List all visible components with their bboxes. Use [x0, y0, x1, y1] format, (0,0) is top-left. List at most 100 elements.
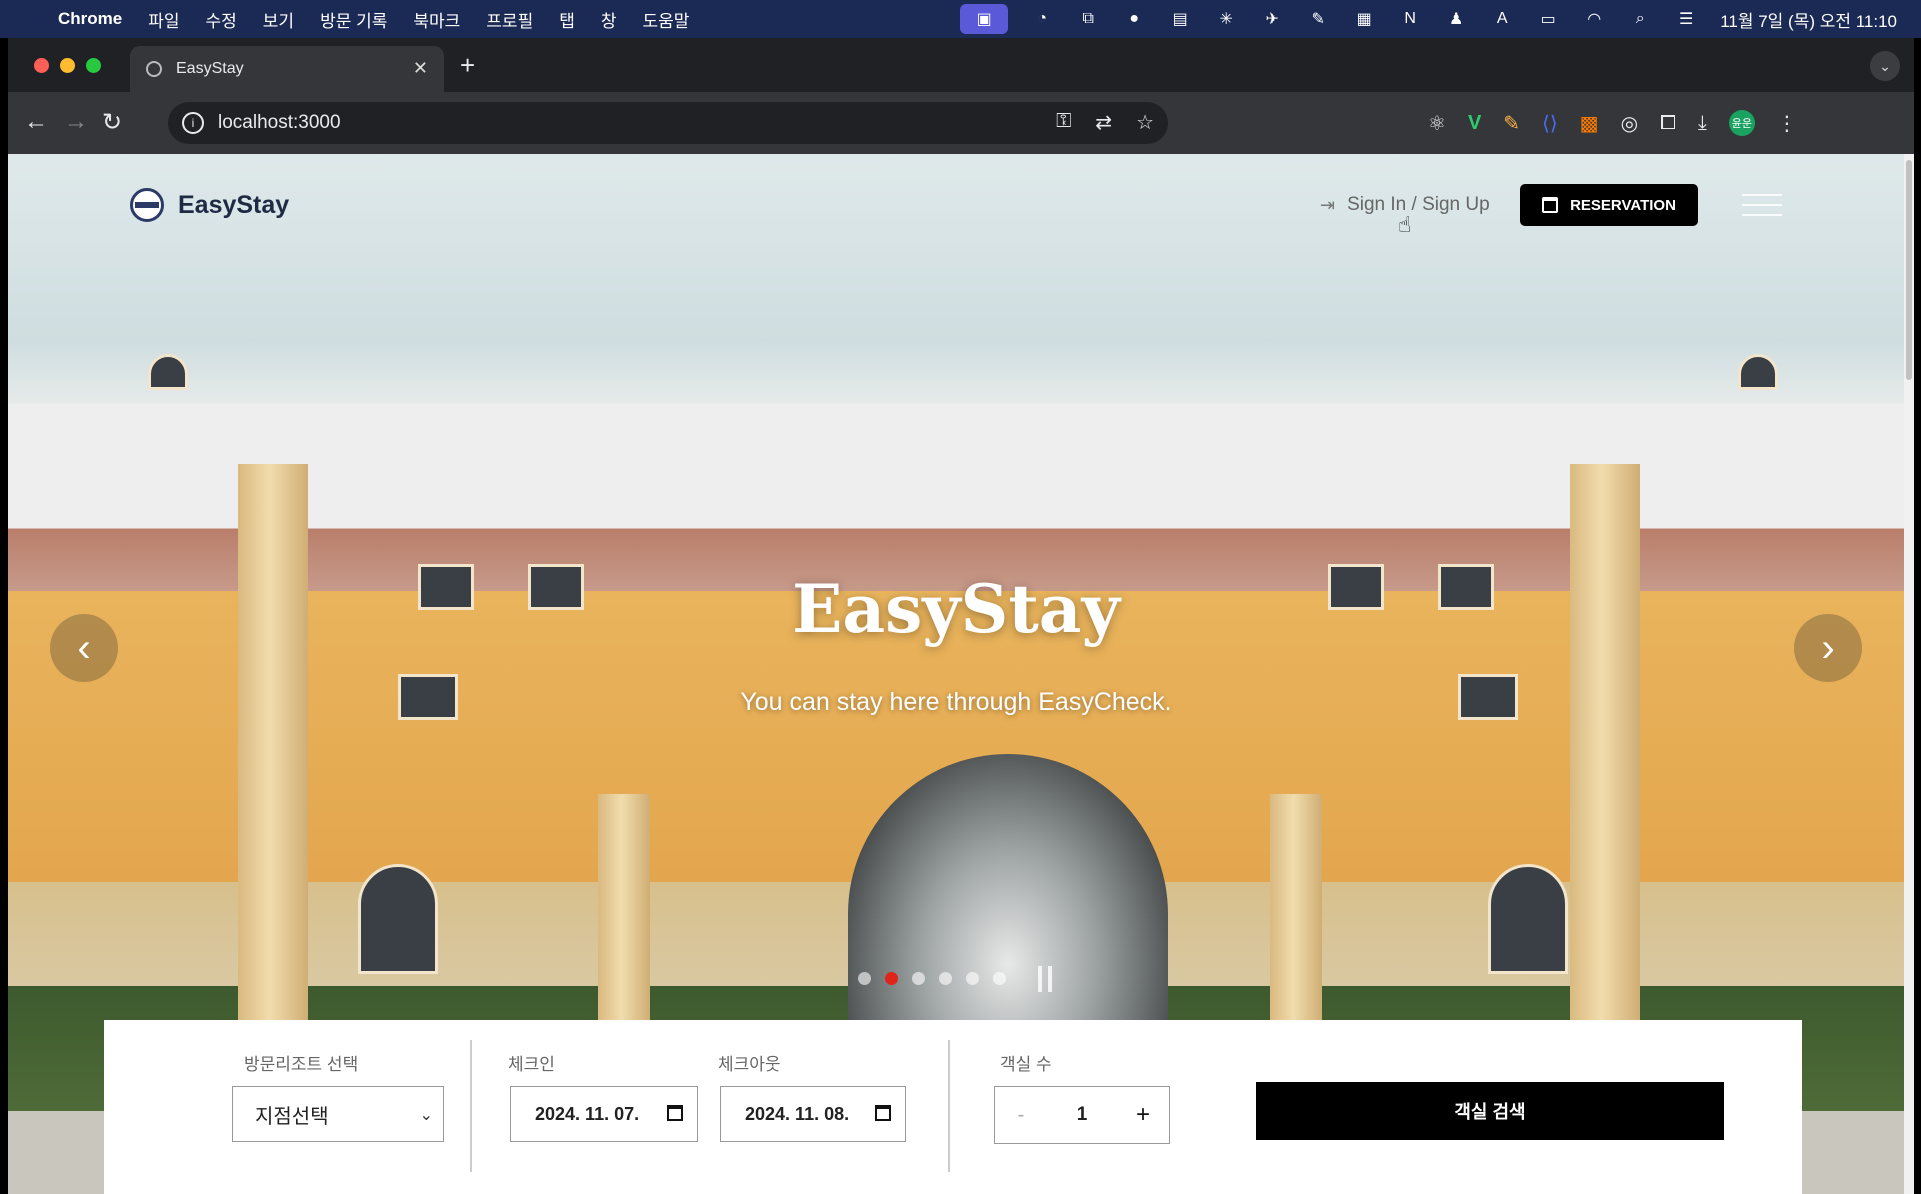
- new-tab-button[interactable]: +: [460, 50, 475, 81]
- omnibox-actions: ⚿ ⇄ ☆: [1056, 110, 1154, 135]
- password-key-icon[interactable]: ⚿: [1056, 110, 1071, 135]
- forward-button[interactable]: →: [64, 108, 88, 136]
- menu-file[interactable]: 파일: [148, 7, 179, 32]
- control-center-icon[interactable]: ☰: [1674, 9, 1698, 29]
- screen-share-icon[interactable]: ▣: [960, 4, 1009, 34]
- chat-icon[interactable]: ●: [1122, 9, 1146, 29]
- slider-dot[interactable]: [885, 972, 898, 985]
- close-window-button[interactable]: [34, 58, 49, 73]
- bookmark-star-icon[interactable]: ☆: [1136, 110, 1154, 135]
- menu-profiles[interactable]: 프로필: [486, 7, 533, 32]
- calendar-icon[interactable]: [875, 1105, 891, 1121]
- color-picker-icon[interactable]: ✎: [1503, 111, 1520, 136]
- menu-view[interactable]: 보기: [263, 7, 294, 32]
- slider-dot[interactable]: [966, 972, 979, 985]
- target-extension-icon[interactable]: ◎: [1621, 111, 1638, 136]
- react-devtools-icon[interactable]: ⚛: [1428, 111, 1446, 136]
- translate-icon[interactable]: ⇄: [1095, 110, 1112, 135]
- menu-bookmarks[interactable]: 북마크: [413, 7, 460, 32]
- menubar-clock[interactable]: 11월 7일 (목) 오전 11:10: [1720, 7, 1897, 32]
- minimize-window-button[interactable]: [60, 58, 75, 73]
- hamburger-menu-icon[interactable]: [1742, 194, 1782, 216]
- menu-window[interactable]: 창: [601, 7, 617, 32]
- grid-icon[interactable]: ▦: [1352, 9, 1376, 29]
- back-button[interactable]: ←: [24, 108, 48, 136]
- checkout-date-input[interactable]: 2024. 11. 08.: [720, 1086, 906, 1142]
- code-extension-icon[interactable]: ⟨⟩: [1542, 111, 1558, 136]
- tab-search-button[interactable]: ⌄: [1870, 51, 1900, 81]
- slider-dot[interactable]: [939, 972, 952, 985]
- page-scrollbar[interactable]: [1904, 154, 1914, 1194]
- calendar-icon[interactable]: [667, 1105, 683, 1121]
- divider: [948, 1040, 950, 1172]
- address-bar[interactable]: i localhost:3000 ⚿ ⇄ ☆: [168, 102, 1168, 144]
- vue-devtools-icon[interactable]: V: [1468, 112, 1481, 135]
- sign-in-icon: ⇥: [1320, 194, 1336, 215]
- site-info-icon[interactable]: i: [182, 112, 204, 134]
- slider-next-button[interactable]: ›: [1794, 614, 1862, 682]
- calendar-icon[interactable]: ▤: [1168, 9, 1192, 29]
- chevron-down-icon: ⌄: [419, 1107, 433, 1124]
- calendar-icon: [1542, 197, 1559, 213]
- hotel-arch-window: [1488, 864, 1568, 974]
- scrollbar-thumb[interactable]: [1906, 160, 1912, 380]
- increment-button[interactable]: +: [1117, 1101, 1169, 1129]
- room-search-button[interactable]: 객실 검색: [1256, 1082, 1724, 1140]
- tab-title: EasyStay: [176, 60, 244, 77]
- chevron-right-icon: ›: [1821, 625, 1835, 670]
- slider-prev-button[interactable]: ‹: [50, 614, 118, 682]
- hand-cursor-icon: ☝: [1398, 212, 1412, 237]
- zoom-window-button[interactable]: [86, 58, 101, 73]
- url-text: localhost:3000: [218, 112, 341, 133]
- extensions-area: ⚛ V ✎ ⟨⟩ ▩ ◎ ⧠ ⤓ 윤운 ⋮: [1428, 110, 1797, 136]
- people-icon[interactable]: ♟: [1444, 9, 1468, 29]
- reservation-button[interactable]: RESERVATION: [1520, 184, 1698, 226]
- checkin-date-input[interactable]: 2024. 11. 07.: [510, 1086, 698, 1142]
- download-icon[interactable]: ⤓: [1698, 112, 1707, 135]
- favicon-icon: [146, 61, 162, 77]
- checkout-date-value: 2024. 11. 08.: [745, 1103, 850, 1124]
- wifi-icon[interactable]: ◠: [1582, 9, 1606, 29]
- sparkle-icon[interactable]: ✳: [1214, 9, 1238, 29]
- menu-history[interactable]: 방문 기록: [320, 7, 387, 32]
- reload-button[interactable]: ↻: [102, 108, 122, 137]
- hotel-arch-window: [358, 864, 438, 974]
- browser-menu-icon[interactable]: ⋮: [1777, 111, 1797, 136]
- page-viewport: EasyStay ⇥ Sign In / Sign Up RESERVATION…: [8, 154, 1914, 1194]
- notion-icon[interactable]: N: [1398, 9, 1422, 29]
- reservation-label: RESERVATION: [1570, 196, 1676, 214]
- extensions-puzzle-icon[interactable]: ⧠: [1660, 112, 1676, 135]
- plane-icon[interactable]: ✈: [1260, 9, 1284, 29]
- hotel-window: [148, 354, 188, 390]
- profile-avatar[interactable]: 윤운: [1728, 110, 1755, 136]
- slider-dot[interactable]: [993, 972, 1006, 985]
- decrement-button[interactable]: -: [995, 1104, 1047, 1127]
- window-icon[interactable]: ⧉: [1076, 9, 1100, 29]
- lighthouse-icon[interactable]: ▩: [1580, 111, 1599, 136]
- menu-tab[interactable]: 탭: [559, 7, 575, 32]
- menu-edit[interactable]: 수정: [206, 7, 237, 32]
- battery-icon[interactable]: ▭: [1536, 9, 1560, 29]
- close-tab-icon[interactable]: ✕: [413, 58, 428, 79]
- slider-dot[interactable]: [858, 972, 871, 985]
- input-source-icon[interactable]: A: [1490, 9, 1514, 29]
- resort-select-value: 지점선택: [255, 1105, 329, 1128]
- sync-icon[interactable]: ◔: [1030, 9, 1054, 29]
- checkin-label: 체크인: [508, 1055, 555, 1074]
- resort-select[interactable]: 지점선택 ⌄: [232, 1086, 444, 1142]
- slider-pause-icon[interactable]: [1038, 966, 1054, 992]
- status-tray: ▣ ◔ ⧉ ● ▤ ✳ ✈ ✎ ▦ N ♟ A ▭ ◠ ⌕ ☰ 11월 7일 (…: [960, 0, 1897, 38]
- site-logo[interactable]: EasyStay: [130, 188, 289, 222]
- logo-text: EasyStay: [178, 190, 290, 219]
- slider-pagination: [858, 972, 1006, 985]
- booking-search-bar: 방문리조트 선택 지점선택 ⌄ 체크인 2024. 11. 07. 체크아웃 2…: [104, 1020, 1802, 1194]
- fountain-arch: [848, 754, 1168, 1054]
- search-icon[interactable]: ⌕: [1628, 9, 1652, 29]
- hero-title: EasyStay: [792, 570, 1120, 648]
- rooms-count: 1: [1076, 1104, 1088, 1125]
- menu-app-name[interactable]: Chrome: [58, 9, 122, 29]
- slider-dot[interactable]: [912, 972, 925, 985]
- menu-help[interactable]: 도움말: [643, 7, 690, 32]
- tab-easystay[interactable]: EasyStay ✕: [130, 46, 444, 92]
- pencil-icon[interactable]: ✎: [1306, 9, 1330, 29]
